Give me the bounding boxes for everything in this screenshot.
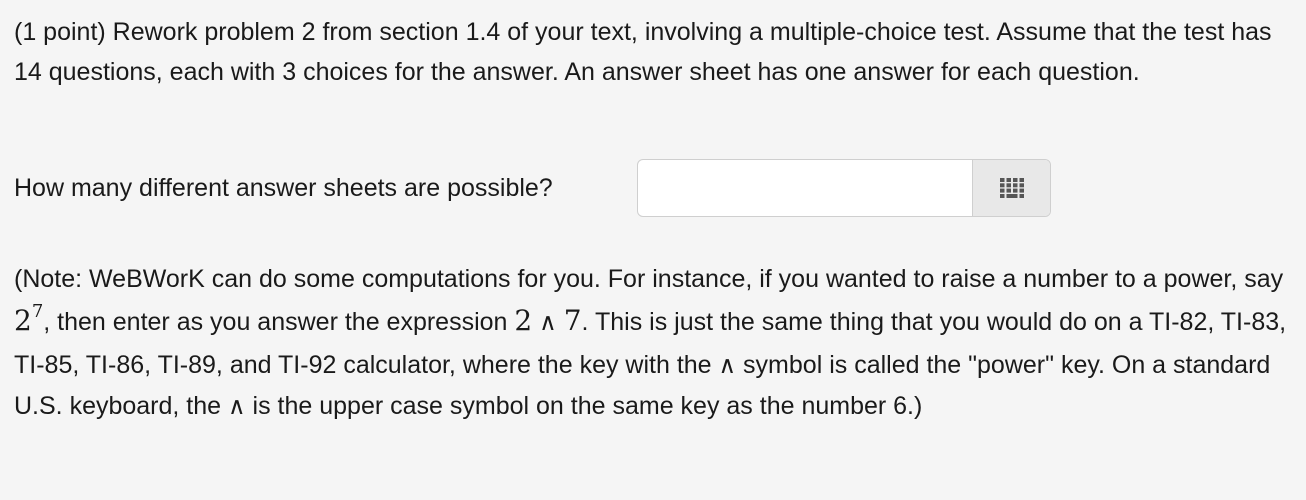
problem-statement: (1 point) Rework problem 2 from section …: [14, 12, 1299, 92]
answer-input[interactable]: [638, 160, 972, 216]
example-base: 2: [14, 304, 32, 337]
question-label: How many different answer sheets are pos…: [14, 174, 553, 202]
answer-field: [637, 159, 1051, 217]
grid-icon: [999, 178, 1024, 198]
note-text-2: , then enter as you answer the expressio…: [43, 308, 515, 336]
power-symbol: ∧: [228, 392, 246, 420]
question-row: How many different answer sheets are pos…: [14, 160, 553, 217]
problem-intro: (1 point) Rework problem 2 from section …: [14, 18, 1272, 86]
webwork-note: (Note: WeBWorK can do some computations …: [14, 259, 1299, 427]
expression-exponent: 7: [563, 304, 582, 337]
power-symbol: ∧: [718, 351, 737, 379]
expression-base: 2: [514, 304, 533, 337]
example-exponent: 7: [31, 301, 44, 322]
note-text-1: (Note: WeBWorK can do some computations …: [14, 265, 1284, 293]
equation-palette-button[interactable]: [972, 160, 1050, 216]
note-text-5: is the upper case symbol on the same key…: [245, 392, 923, 420]
power-symbol: ∧: [539, 308, 557, 336]
